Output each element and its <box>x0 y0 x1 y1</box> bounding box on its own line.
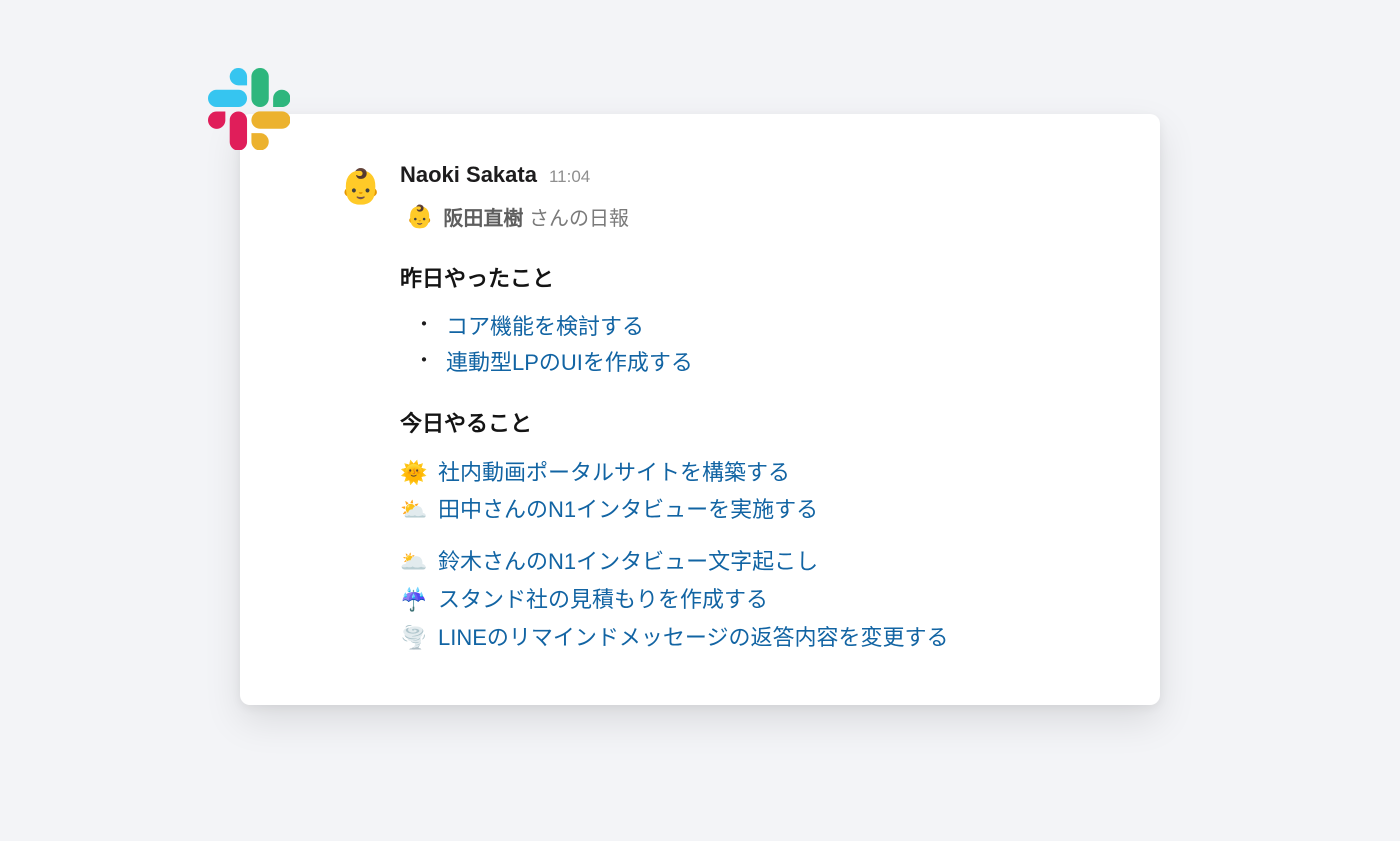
slack-logo-icon <box>208 68 290 150</box>
section-title-yesterday: 昨日やったこと <box>400 261 1100 293</box>
list-item: 🌪️ LINEのリマインドメッセージの返答内容を変更する <box>400 619 1100 657</box>
task-link[interactable]: スタンド社の見積もりを作成する <box>438 581 768 619</box>
task-link[interactable]: 田中さんのN1インタビューを実施する <box>438 491 818 529</box>
tornado-icon: 🌪️ <box>400 627 428 649</box>
message-timestamp[interactable]: 11:04 <box>549 167 590 187</box>
author-name[interactable]: Naoki Sakata <box>400 162 537 188</box>
task-link[interactable]: 鈴木さんのN1インタビュー文字起こし <box>438 543 818 581</box>
author-avatar[interactable]: 👶 <box>340 166 382 208</box>
bullet-icon: ・ <box>414 345 434 381</box>
list-item: 🌞 社内動画ポータルサイトを構築する <box>400 454 1100 492</box>
task-link[interactable]: 連動型LPのUIを作成する <box>446 345 693 381</box>
section-title-today: 今日やること <box>400 406 1100 438</box>
task-link[interactable]: LINEのリマインドメッセージの返答内容を変更する <box>438 619 948 657</box>
report-header: 👶 阪田直樹 さんの日報 <box>406 202 1100 231</box>
sun-cloud-icon: ⛅ <box>400 499 428 521</box>
list-item: ・ 連動型LPのUIを作成する <box>414 345 1100 381</box>
cloud-icon: 🌥️ <box>400 551 428 573</box>
umbrella-icon: ☔ <box>400 589 428 611</box>
slack-message-card: 👶 Naoki Sakata 11:04 👶 阪田直樹 さんの日報 昨日やったこ… <box>240 114 1160 705</box>
bullet-icon: ・ <box>414 309 434 345</box>
report-mini-avatar-icon: 👶 <box>406 206 433 228</box>
sun-icon: 🌞 <box>400 462 428 484</box>
today-list: 🌞 社内動画ポータルサイトを構築する ⛅ 田中さんのN1インタビューを実施する … <box>400 454 1100 657</box>
report-person-name: 阪田直樹 <box>443 208 523 230</box>
report-suffix: さんの日報 <box>529 208 629 230</box>
list-item: ⛅ 田中さんのN1インタビューを実施する <box>400 491 1100 529</box>
task-link[interactable]: コア機能を検討する <box>446 309 644 345</box>
list-item: ・ コア機能を検討する <box>414 309 1100 345</box>
list-item: ☔ スタンド社の見積もりを作成する <box>400 581 1100 619</box>
list-item: 🌥️ 鈴木さんのN1インタビュー文字起こし <box>400 543 1100 581</box>
task-link[interactable]: 社内動画ポータルサイトを構築する <box>438 454 790 492</box>
yesterday-list: ・ コア機能を検討する ・ 連動型LPのUIを作成する <box>414 309 1100 382</box>
